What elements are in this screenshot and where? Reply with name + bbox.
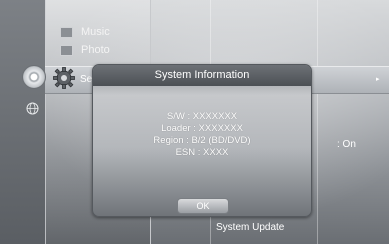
- menu-item-label: Music: [81, 26, 110, 38]
- music-icon: [60, 26, 73, 38]
- gear-icon: [53, 67, 75, 89]
- tv-menu-screen: Music Photo Se ▸ : On System Update Syst…: [0, 0, 389, 244]
- region-code: Region : B/2 (BD/DVD): [153, 135, 251, 146]
- chevron-right-icon: ▸: [376, 76, 380, 83]
- system-info-list: S/W : XXXXXXX Loader : XXXXXXX Region : …: [93, 111, 311, 159]
- column-divider: [317, 0, 318, 244]
- disc-icon: [22, 65, 46, 89]
- left-rail: [0, 0, 46, 244]
- system-information-dialog: System Information S/W : XXXXXXX Loader …: [92, 64, 312, 217]
- menu-item-label: Photo: [81, 44, 110, 56]
- globe-icon: [26, 102, 39, 115]
- esn-number: ESN : XXXX: [175, 147, 229, 158]
- photo-icon: [60, 44, 73, 56]
- menu-item-music[interactable]: Music: [60, 23, 110, 41]
- setting-value: : On: [337, 139, 356, 150]
- menu-item-settings-label: Se: [80, 74, 93, 85]
- loader-version: Loader : XXXXXXX: [161, 123, 243, 134]
- menu-item-system-update[interactable]: System Update: [216, 222, 284, 233]
- software-version: S/W : XXXXXXX: [166, 111, 238, 122]
- dialog-title: System Information: [93, 65, 311, 86]
- ok-button[interactable]: OK: [177, 198, 229, 214]
- menu-item-photo[interactable]: Photo: [60, 41, 110, 59]
